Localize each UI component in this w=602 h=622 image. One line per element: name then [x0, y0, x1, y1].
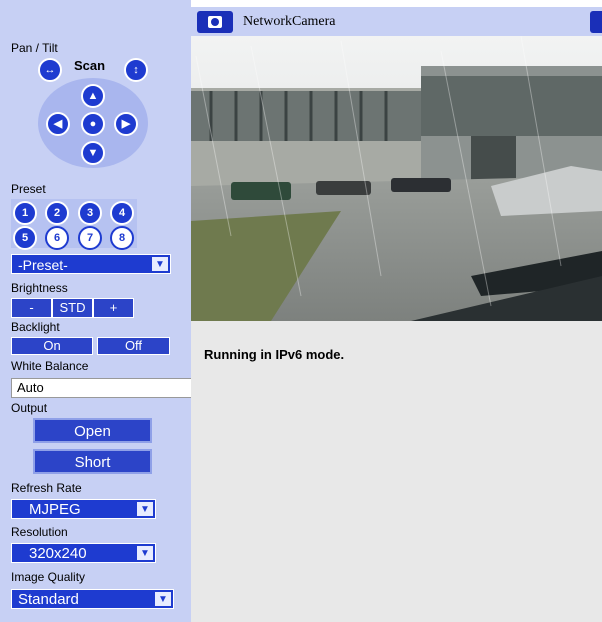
chevron-down-icon: ▼	[136, 545, 154, 561]
arrow-up-icon[interactable]: ▲	[81, 84, 105, 108]
image-quality-label: Image Quality	[11, 570, 86, 584]
brightness-std-button[interactable]: STD	[52, 298, 93, 318]
tilt-vertical-icon[interactable]: ↕	[124, 58, 148, 82]
output-label: Output	[11, 401, 48, 415]
resolution-select[interactable]: 320x240 ▼	[11, 543, 156, 563]
camera-icon[interactable]	[197, 11, 233, 33]
image-quality-select[interactable]: Standard ▼	[11, 589, 174, 609]
live-video-feed[interactable]	[191, 36, 602, 321]
home-center-icon[interactable]: ●	[81, 112, 105, 136]
arrow-right-icon[interactable]: ▶	[114, 112, 138, 136]
brightness-plus-button[interactable]: +	[93, 298, 134, 318]
preset-label: Preset	[11, 182, 46, 196]
preset-8-button[interactable]: 8	[110, 226, 134, 250]
preset-select[interactable]: -Preset- ▼	[11, 254, 171, 274]
resolution-value: 320x240	[29, 545, 87, 562]
image-quality-value: Standard	[18, 591, 79, 608]
resolution-label: Resolution	[11, 525, 68, 539]
backlight-label: Backlight	[11, 320, 60, 334]
chevron-down-icon: ▼	[154, 591, 172, 607]
preset-select-value: -Preset-	[18, 257, 68, 273]
preset-3-button[interactable]: 3	[78, 201, 102, 225]
white-balance-select[interactable]: Auto	[11, 378, 191, 398]
output-open-button[interactable]: Open	[33, 418, 152, 443]
arrow-down-icon[interactable]: ▼	[81, 141, 105, 165]
output-short-button[interactable]: Short	[33, 449, 152, 474]
pan-horizontal-icon[interactable]: ↔	[38, 58, 62, 82]
scan-label: Scan	[74, 58, 106, 73]
preset-6-button[interactable]: 6	[45, 226, 69, 250]
refresh-rate-value: MJPEG	[29, 501, 81, 518]
refresh-rate-select[interactable]: MJPEG ▼	[11, 499, 156, 519]
camera-header: NetworkCamera	[191, 7, 602, 36]
top-border	[191, 0, 602, 7]
control-sidebar: Pan / Tilt ↔ Scan ↕ ▲ ◀ ● ▶ ▼ Preset 1 2…	[0, 0, 191, 622]
camera-title: NetworkCamera	[243, 14, 336, 29]
backlight-on-button[interactable]: On	[11, 337, 93, 355]
preset-7-button[interactable]: 7	[78, 226, 102, 250]
backlight-off-button[interactable]: Off	[97, 337, 170, 355]
preset-4-button[interactable]: 4	[110, 201, 134, 225]
preset-5-button[interactable]: 5	[13, 226, 37, 250]
white-balance-label: White Balance	[11, 359, 89, 373]
arrow-left-icon[interactable]: ◀	[46, 112, 70, 136]
window-icon[interactable]	[590, 11, 602, 33]
preset-2-button[interactable]: 2	[45, 201, 69, 225]
brightness-label: Brightness	[11, 281, 68, 295]
brightness-minus-button[interactable]: -	[11, 298, 52, 318]
refresh-rate-label: Refresh Rate	[11, 481, 82, 495]
chevron-down-icon: ▼	[151, 256, 169, 272]
preset-1-button[interactable]: 1	[13, 201, 37, 225]
camera-image	[191, 36, 602, 321]
pan-tilt-label: Pan / Tilt	[11, 41, 58, 55]
chevron-down-icon: ▼	[136, 501, 154, 517]
status-message: Running in IPv6 mode.	[204, 347, 345, 362]
